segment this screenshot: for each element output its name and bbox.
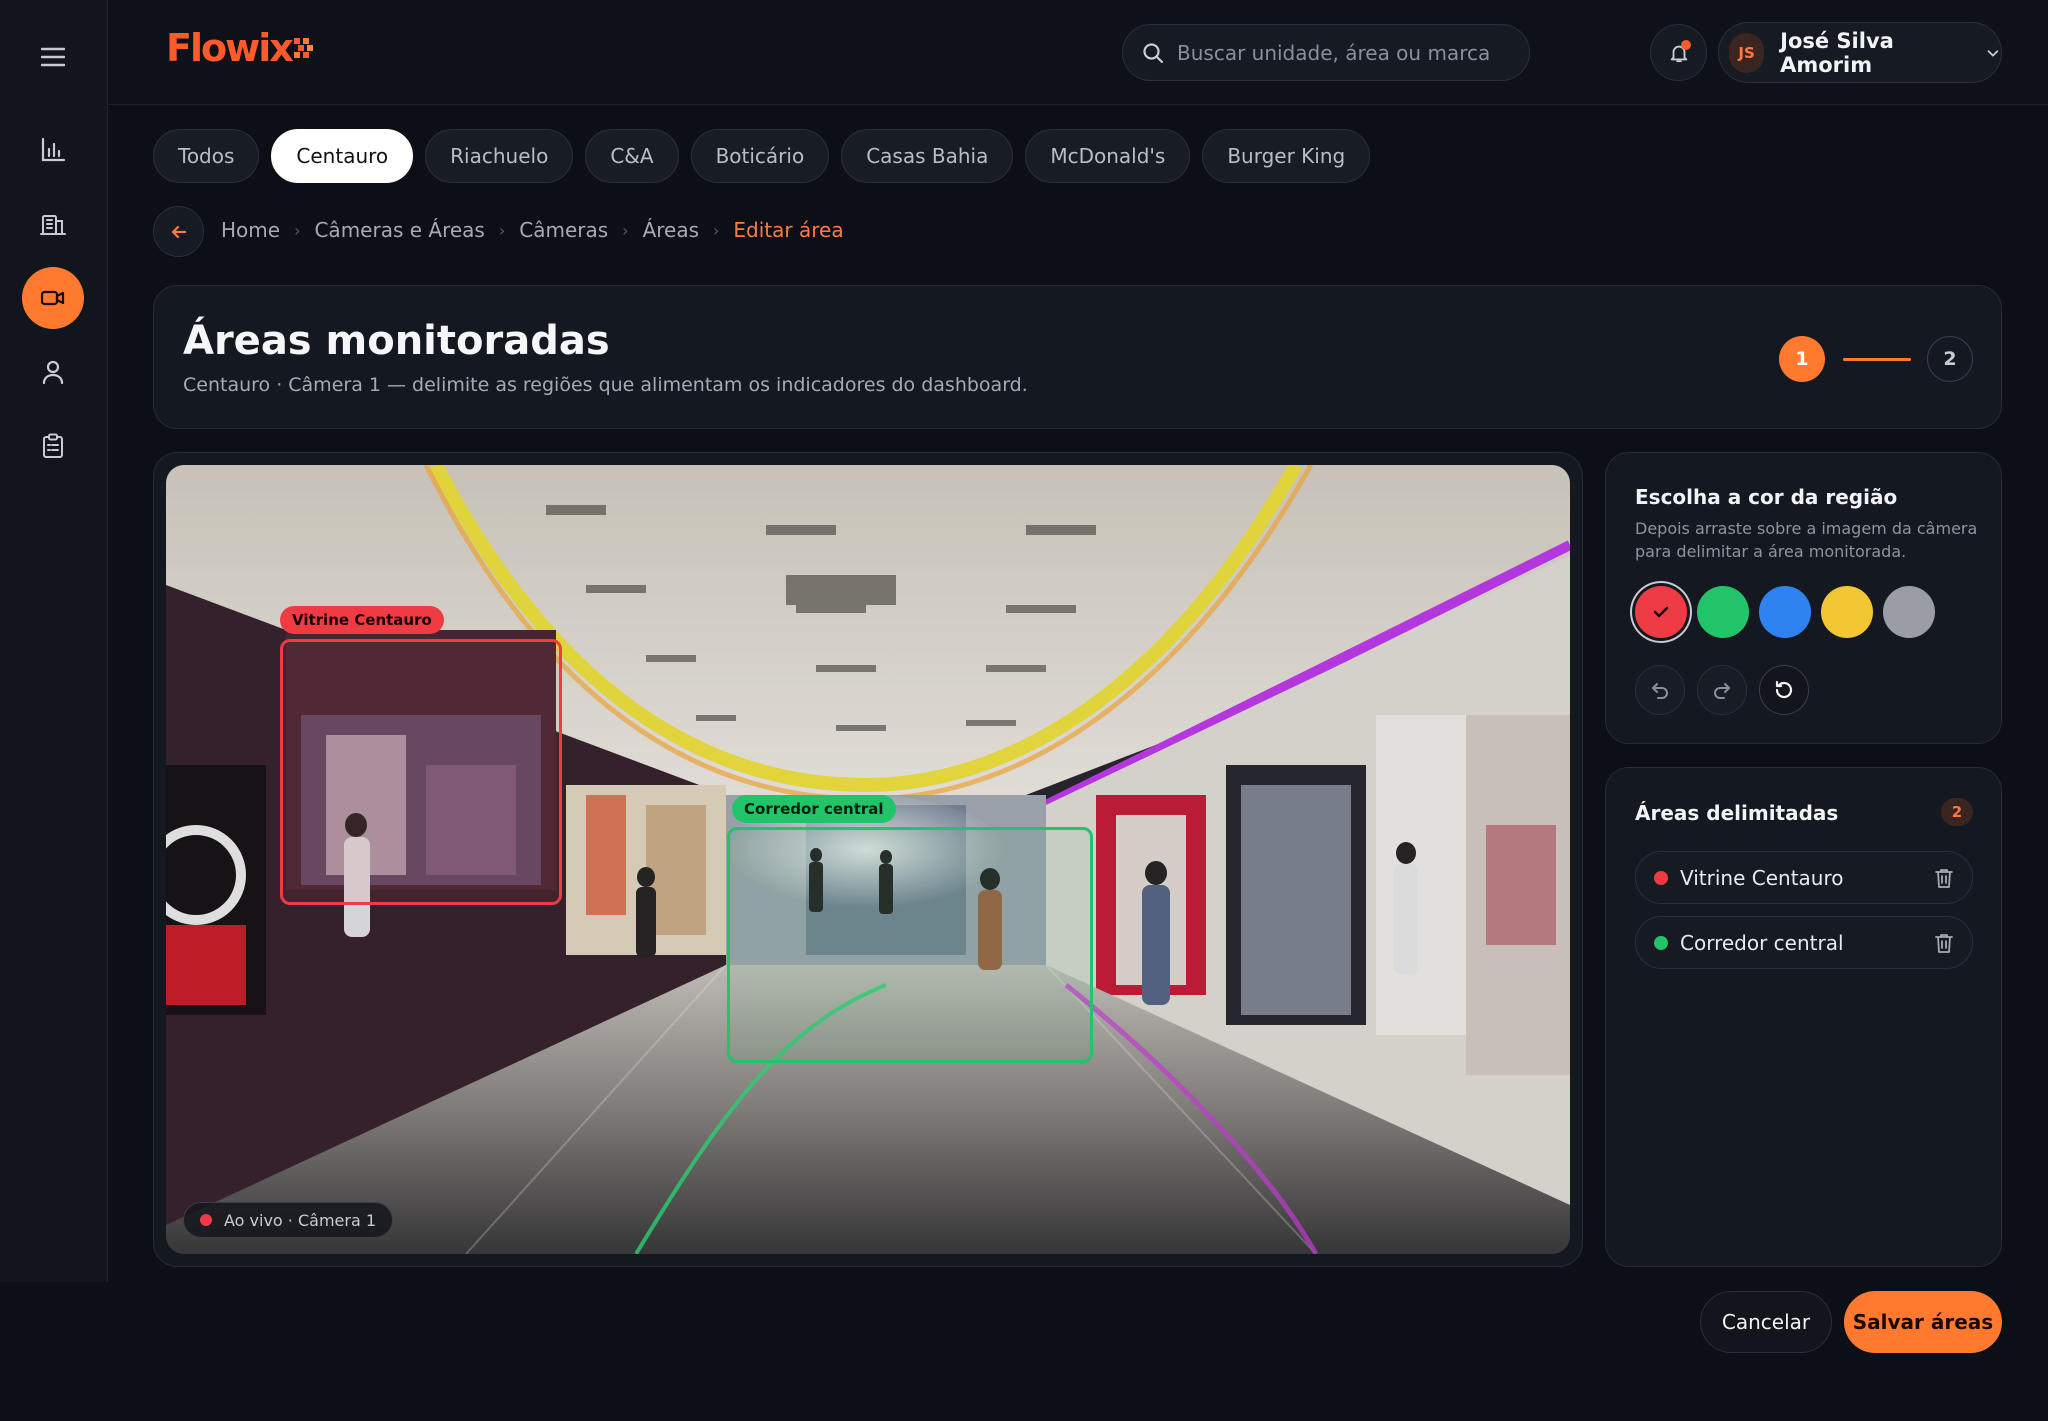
avatar: JS xyxy=(1729,32,1765,73)
live-dot xyxy=(200,1214,212,1226)
chevron-right-icon: › xyxy=(294,220,301,240)
region-label: Corredor central xyxy=(732,795,896,823)
search-box[interactable] xyxy=(1122,24,1530,81)
swatch-red[interactable] xyxy=(1635,586,1687,638)
notifications-button[interactable] xyxy=(1650,24,1707,81)
user-menu[interactable]: JS José Silva Amorim xyxy=(1718,22,2002,83)
live-label: Ao vivo · Câmera 1 xyxy=(224,1210,377,1230)
area-item-vitrine-centauro[interactable]: Vitrine Centauro xyxy=(1635,851,1973,904)
tab-boticario[interactable]: Boticário xyxy=(690,129,830,183)
menu-icon[interactable] xyxy=(34,40,72,74)
check-icon xyxy=(1653,606,1669,618)
chevron-right-icon: › xyxy=(498,220,506,240)
color-picker-description: Depois arraste sobre a imagem da câmera … xyxy=(1635,519,1978,561)
region-vitrine-centauro[interactable] xyxy=(280,639,562,905)
sidebar-item-analytics[interactable] xyxy=(22,119,84,181)
live-badge: Ao vivo · Câmera 1 xyxy=(183,1202,394,1238)
camera-feed[interactable]: Vitrine Centauro Corredor central Ao viv… xyxy=(166,465,1570,1254)
region-label: Vitrine Centauro xyxy=(280,606,444,634)
user-icon xyxy=(42,360,64,385)
area-label: Vitrine Centauro xyxy=(1680,865,1844,890)
chevron-down-icon xyxy=(1987,49,1999,57)
trash-icon[interactable] xyxy=(1932,931,1956,955)
breadcrumb-home[interactable]: Home xyxy=(221,218,280,242)
breadcrumb-areas[interactable]: Áreas xyxy=(643,218,699,242)
page-title: Áreas monitoradas xyxy=(183,318,610,364)
swatch-yellow[interactable] xyxy=(1821,586,1873,638)
areas-count-badge: 2 xyxy=(1941,798,1973,826)
undo-button[interactable] xyxy=(1635,665,1685,715)
breadcrumb-current: Editar área xyxy=(733,218,844,242)
swatch-blue[interactable] xyxy=(1759,586,1811,638)
trash-icon[interactable] xyxy=(1932,866,1956,890)
notification-dot xyxy=(1681,40,1691,50)
save-areas-button[interactable]: Salvar áreas xyxy=(1844,1291,2002,1353)
logo-mark-icon xyxy=(293,38,313,58)
chevron-right-icon: › xyxy=(713,220,720,240)
area-label: Corredor central xyxy=(1680,930,1844,955)
title-card: Áreas monitoradas Centauro · Câmera 1 — … xyxy=(153,285,2002,429)
breadcrumb-cameras-areas[interactable]: Câmeras e Áreas xyxy=(314,218,484,242)
search-input[interactable] xyxy=(1177,40,1497,65)
tab-riachuelo[interactable]: Riachuelo xyxy=(425,129,574,183)
swatch-gray[interactable] xyxy=(1883,586,1935,638)
tab-todos[interactable]: Todos xyxy=(153,129,260,183)
arrow-left-icon xyxy=(171,225,186,238)
video-camera-icon xyxy=(40,290,65,306)
cancel-button[interactable]: Cancelar xyxy=(1700,1291,1832,1353)
chevron-right-icon: › xyxy=(622,220,629,240)
tab-burger-king[interactable]: Burger King xyxy=(1202,129,1371,183)
step-indicator-1: 1 xyxy=(1779,336,1825,382)
tab-centauro[interactable]: Centauro xyxy=(271,129,414,183)
search-icon xyxy=(1143,42,1164,63)
tab-casas-bahia[interactable]: Casas Bahia xyxy=(841,129,1014,183)
reset-icon xyxy=(1775,680,1793,699)
undo-icon xyxy=(1652,683,1668,699)
logo[interactable]: Flowix xyxy=(166,26,318,70)
redo-button[interactable] xyxy=(1697,665,1747,715)
areas-card: Áreas delimitadas 2 Vitrine Centauro Cor… xyxy=(1605,767,2002,1267)
clipboard-icon xyxy=(43,433,63,458)
breadcrumb-cameras[interactable]: Câmeras xyxy=(519,218,608,242)
color-picker-card: Escolha a cor da região Depois arraste s… xyxy=(1605,452,2002,744)
swatch-green[interactable] xyxy=(1697,586,1749,638)
tab-mcdonalds[interactable]: McDonald's xyxy=(1025,129,1191,183)
sidebar-item-cameras[interactable] xyxy=(22,267,84,329)
areas-title: Áreas delimitadas xyxy=(1635,801,1839,825)
user-name: José Silva Amorim xyxy=(1780,28,1894,77)
page-subtitle: Centauro · Câmera 1 — delimite as regiõe… xyxy=(183,374,1028,396)
color-picker-title: Escolha a cor da região xyxy=(1635,485,1898,509)
top-header: Flowix JS José Silva Amorim xyxy=(108,0,2048,105)
area-item-corredor-central[interactable]: Corredor central xyxy=(1635,916,1973,969)
building-icon xyxy=(40,215,66,235)
area-color-dot xyxy=(1654,870,1668,885)
camera-panel: Vitrine Centauro Corredor central Ao viv… xyxy=(153,452,1583,1267)
area-color-dot xyxy=(1654,935,1668,950)
sidebar-item-reports[interactable] xyxy=(22,415,84,477)
region-corredor-central[interactable] xyxy=(727,827,1093,1063)
brand-tabs: Todos Centauro Riachuelo C&A Boticário C… xyxy=(153,129,1371,183)
bar-chart-icon xyxy=(41,137,66,162)
step-connector xyxy=(1843,358,1911,361)
sidebar-item-users[interactable] xyxy=(22,341,84,403)
back-button[interactable] xyxy=(153,206,204,257)
logo-text: Flowix xyxy=(166,26,294,70)
step-indicator-2[interactable]: 2 xyxy=(1927,336,1973,382)
sidebar xyxy=(0,0,108,1282)
tab-cea[interactable]: C&A xyxy=(585,129,679,183)
sidebar-item-units[interactable] xyxy=(22,193,84,255)
reset-button[interactable] xyxy=(1759,665,1809,715)
redo-icon xyxy=(1714,683,1730,699)
breadcrumb: Home › Câmeras e Áreas › Câmeras › Áreas… xyxy=(221,218,844,242)
